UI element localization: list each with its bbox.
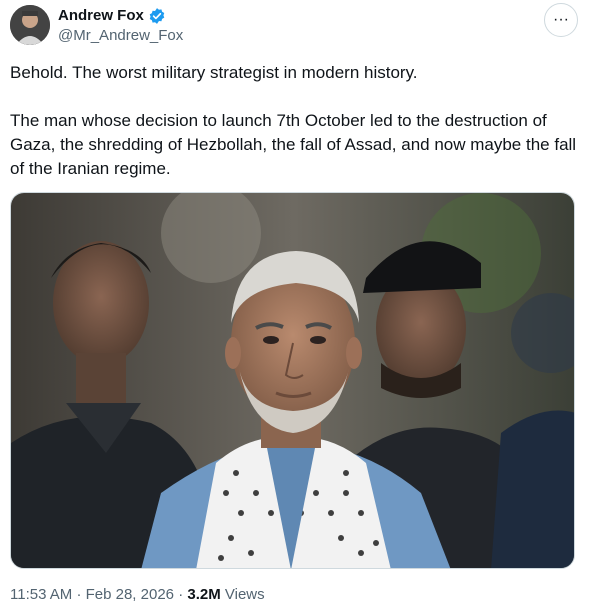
tweet-text: Behold. The worst military strategist in…	[10, 61, 580, 181]
author-avatar[interactable]	[10, 5, 50, 45]
photo-portrait	[11, 193, 574, 568]
author-display-name[interactable]: Andrew Fox	[58, 6, 144, 26]
tweet-media-image[interactable]	[10, 192, 575, 569]
more-options-button[interactable]: ···	[544, 3, 578, 37]
more-horizontal-icon: ···	[553, 11, 569, 28]
tweet-time[interactable]: 11:53 AM	[10, 586, 72, 603]
meta-separator: ·	[178, 586, 184, 603]
tweet-meta: 11:53 AM · Feb 28, 2026 · 3.2M Views	[10, 585, 265, 605]
tweet-date[interactable]: Feb 28, 2026	[86, 586, 174, 603]
verified-badge-icon[interactable]	[148, 7, 166, 25]
tweet-paragraph: Behold. The worst military strategist in…	[10, 63, 418, 82]
meta-separator: ·	[76, 586, 82, 603]
author-name-row: Andrew Fox	[58, 6, 166, 26]
tweet-paragraph: The man whose decision to launch 7th Oct…	[10, 111, 577, 178]
avatar-image	[10, 5, 50, 45]
views-label: Views	[224, 586, 265, 603]
author-handle[interactable]: @Mr_Andrew_Fox	[58, 26, 183, 46]
views-count: 3.2M	[187, 586, 221, 603]
